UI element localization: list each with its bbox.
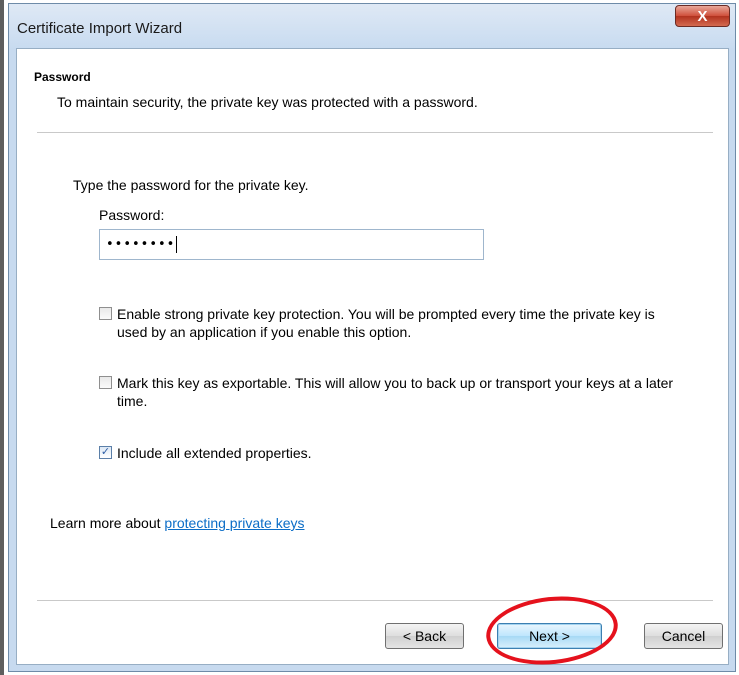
title-bar[interactable]: Certificate Import Wizard X [9, 4, 735, 48]
header-divider [37, 132, 713, 133]
close-icon: X [697, 7, 708, 25]
back-button[interactable]: < Back [385, 623, 464, 649]
page-subtitle: To maintain security, the private key wa… [57, 94, 478, 110]
option-strong-protection[interactable]: Enable strong private key protection. Yo… [99, 305, 677, 341]
text-caret [176, 236, 178, 253]
extended-properties-checkbox[interactable]: ✓ [99, 446, 112, 459]
footer-divider [37, 600, 713, 601]
password-label: Password: [99, 207, 165, 223]
window-title: Certificate Import Wizard [17, 20, 183, 37]
extended-properties-label: Include all extended properties. [117, 445, 312, 461]
checkmark-icon: ✓ [100, 446, 111, 458]
option-extended-properties[interactable]: ✓ Include all extended properties. [99, 444, 677, 462]
learn-more: Learn more about protecting private keys [50, 515, 304, 531]
background-window-edge [0, 0, 4, 675]
strong-protection-checkbox[interactable] [99, 307, 112, 320]
option-exportable[interactable]: Mark this key as exportable. This will a… [99, 374, 677, 410]
learn-more-prefix: Learn more about [50, 515, 165, 531]
page-title: Password [34, 70, 91, 84]
strong-protection-label: Enable strong private key protection. Yo… [117, 306, 655, 340]
password-input[interactable]: •••••••• [99, 229, 484, 260]
exportable-label: Mark this key as exportable. This will a… [117, 375, 674, 409]
certificate-import-wizard-window: Certificate Import Wizard X Password To … [8, 3, 736, 672]
wizard-page: Password To maintain security, the priva… [16, 48, 729, 665]
close-button[interactable]: X [675, 5, 730, 27]
password-prompt: Type the password for the private key. [73, 177, 309, 193]
password-value: •••••••• [106, 237, 176, 252]
protecting-private-keys-link[interactable]: protecting private keys [164, 515, 304, 531]
cancel-button[interactable]: Cancel [644, 623, 723, 649]
exportable-checkbox[interactable] [99, 376, 112, 389]
